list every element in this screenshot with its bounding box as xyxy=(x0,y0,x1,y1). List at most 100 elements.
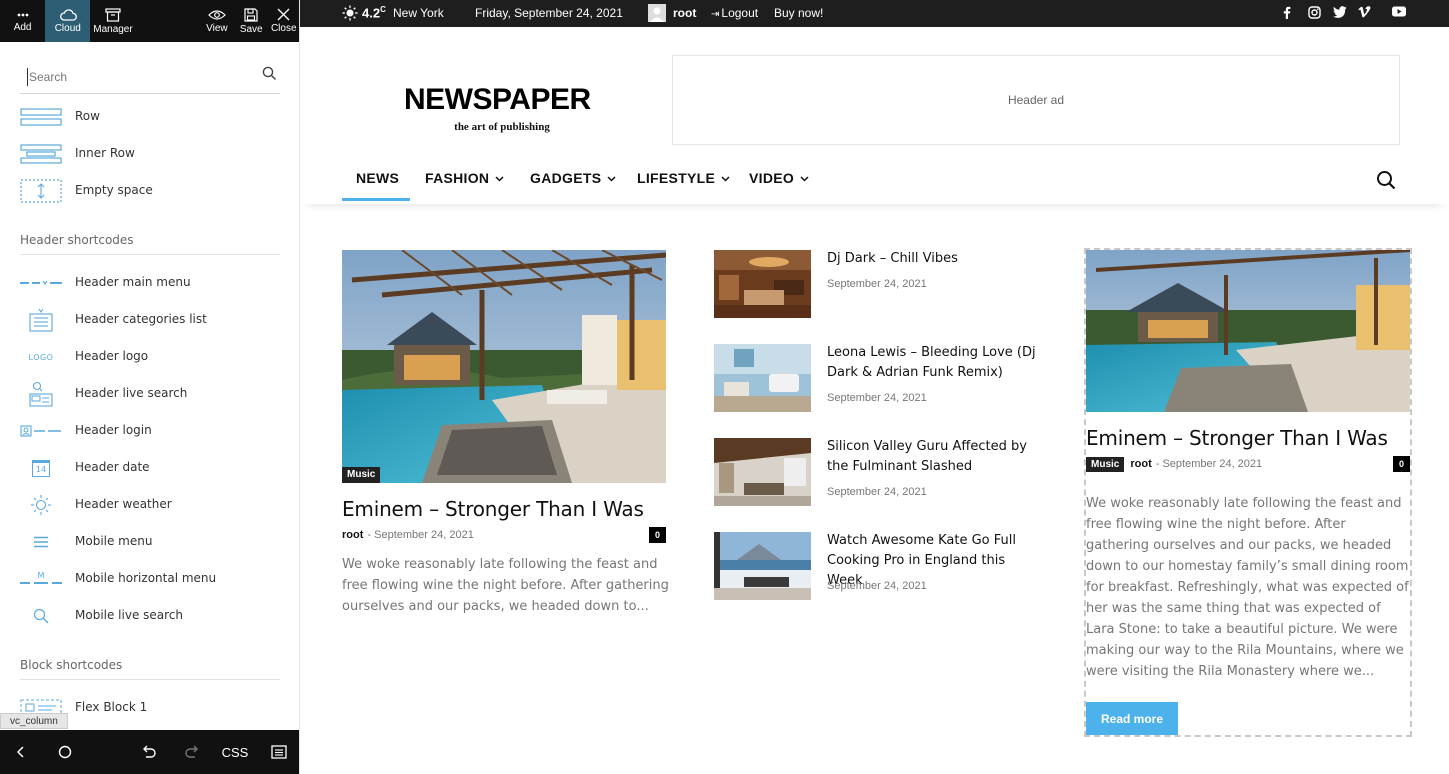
menu-label: LIFESTYLE xyxy=(637,170,716,186)
side-image[interactable] xyxy=(1086,250,1410,412)
dashes-icon xyxy=(20,582,62,584)
categories-list-icon xyxy=(29,308,53,332)
undo-button[interactable] xyxy=(136,730,162,774)
category-badge[interactable]: Music xyxy=(1086,457,1125,472)
comment-count[interactable]: 0 xyxy=(1393,456,1410,472)
logout-link[interactable]: ⇥ Logout xyxy=(711,6,758,20)
menu-label: VIDEO xyxy=(749,170,795,186)
element-empty-space[interactable]: Empty space xyxy=(0,178,299,204)
search-icon[interactable] xyxy=(262,66,277,81)
element-mobile-horizontal-menu[interactable]: M Mobile horizontal menu xyxy=(0,566,299,592)
menu-item-lifestyle[interactable]: LIFESTYLE xyxy=(637,170,730,186)
element-header-main-menu[interactable]: Header main menu xyxy=(0,270,299,296)
header-ad[interactable]: Header ad xyxy=(672,55,1400,145)
facebook-icon[interactable] xyxy=(1283,6,1291,19)
manager-button[interactable]: Manager xyxy=(90,0,135,42)
youtube-icon[interactable] xyxy=(1392,6,1406,17)
add-button[interactable]: Add xyxy=(0,0,45,42)
section-header-shortcodes: Header shortcodes xyxy=(20,233,280,255)
element-header-categories-list[interactable]: Header categories list xyxy=(0,307,299,333)
cloud-label: Cloud xyxy=(54,22,81,34)
undo-icon xyxy=(143,745,156,758)
list-date-4: September 24, 2021 xyxy=(827,580,927,592)
weather-icon xyxy=(31,495,51,515)
buy-now-link[interactable]: Buy now! xyxy=(774,6,823,20)
hamburger-icon xyxy=(34,536,48,548)
layers-button[interactable] xyxy=(266,730,292,774)
save-button[interactable]: Save xyxy=(235,0,268,42)
search-input[interactable] xyxy=(27,68,247,86)
element-search xyxy=(20,62,280,94)
list-date-1: September 24, 2021 xyxy=(827,278,927,290)
element-label: Header login xyxy=(75,423,152,437)
back-button[interactable] xyxy=(8,730,34,774)
element-header-live-search[interactable]: Header live search xyxy=(0,381,299,407)
side-title[interactable]: Eminem – Stronger Than I Was xyxy=(1086,426,1388,450)
redo-button[interactable] xyxy=(179,730,205,774)
list-thumb-1[interactable] xyxy=(714,250,811,318)
sun-icon xyxy=(342,5,358,21)
menu-item-video[interactable]: VIDEO xyxy=(749,170,809,186)
menu-item-gadgets[interactable]: GADGETS xyxy=(530,170,616,186)
avatar[interactable] xyxy=(648,4,666,22)
element-label: Header weather xyxy=(75,497,172,511)
menu-label: NEWS xyxy=(356,170,400,186)
list-thumb-2[interactable] xyxy=(714,344,811,412)
list-title-3[interactable]: Silicon Valley Guru Affected by the Fulm… xyxy=(827,437,1042,477)
menu-item-news[interactable]: NEWS xyxy=(356,170,399,186)
list-date-2: September 24, 2021 xyxy=(827,392,927,404)
top-bar: 4.2C New York Friday, September 24, 2021… xyxy=(300,0,1449,27)
composer-panel: Add Cloud Manager View Save Close Search… xyxy=(0,0,300,774)
interior-image xyxy=(714,250,811,318)
element-label: Header logo xyxy=(75,349,149,363)
floppy-icon xyxy=(244,7,258,22)
search-icon[interactable] xyxy=(1376,170,1396,190)
user-link[interactable]: root xyxy=(673,6,696,20)
featured-image[interactable]: Music xyxy=(342,250,666,483)
element-mobile-live-search[interactable]: Mobile live search xyxy=(0,603,299,629)
element-mobile-menu[interactable]: Mobile menu xyxy=(0,529,299,555)
element-header-login[interactable]: Header login xyxy=(0,418,299,444)
save-label: Save xyxy=(239,23,263,35)
temp-value: 4.2 xyxy=(362,5,381,21)
view-button[interactable]: View xyxy=(199,0,235,42)
featured-title[interactable]: Eminem – Stronger Than I Was xyxy=(342,497,644,521)
element-label: Header categories list xyxy=(75,312,207,326)
category-badge[interactable]: Music xyxy=(342,467,381,483)
list-title-1[interactable]: Dj Dark – Chill Vibes xyxy=(827,249,1042,269)
author-link[interactable]: root xyxy=(1130,458,1151,470)
comment-count[interactable]: 0 xyxy=(649,527,666,543)
css-button[interactable]: CSS xyxy=(220,730,250,774)
close-button[interactable]: Close xyxy=(267,0,299,42)
villa-pool-image xyxy=(342,250,666,483)
home-button[interactable] xyxy=(52,730,78,774)
meta-separator: - xyxy=(367,529,372,541)
circle-icon xyxy=(58,745,72,759)
element-header-logo[interactable]: LOGO Header logo xyxy=(0,344,299,370)
list-thumb-3[interactable] xyxy=(714,438,811,506)
side-meta: Music root - September 24, 2021 xyxy=(1086,457,1262,472)
eye-icon xyxy=(208,9,226,20)
list-thumb-4[interactable] xyxy=(714,532,811,600)
site-logo[interactable]: NEWSPAPER xyxy=(404,83,600,117)
chevron-down-icon xyxy=(800,176,809,182)
author-link[interactable]: root xyxy=(342,529,363,541)
element-row[interactable]: Row xyxy=(0,104,299,130)
read-more-button[interactable]: Read more xyxy=(1086,702,1178,735)
element-breadcrumb-tag[interactable]: vc_column xyxy=(0,713,68,729)
cloud-button[interactable]: Cloud xyxy=(45,0,91,42)
list-title-2[interactable]: Leona Lewis – Bleeding Love (Dj Dark & A… xyxy=(827,343,1042,383)
list-icon xyxy=(271,745,287,759)
logo-icon: LOGO xyxy=(28,352,54,362)
menu-item-fashion[interactable]: FASHION xyxy=(425,170,504,186)
panel-toolbar: Add Cloud Manager View Save Close xyxy=(0,0,299,42)
element-header-weather[interactable]: Header weather xyxy=(0,492,299,518)
twitter-icon[interactable] xyxy=(1333,6,1347,18)
element-label: Mobile live search xyxy=(75,608,184,622)
user-icon xyxy=(650,7,664,22)
weather-temp: 4.2C xyxy=(362,5,386,20)
element-header-date[interactable]: 14 Header date xyxy=(0,455,299,481)
vimeo-icon[interactable] xyxy=(1358,6,1371,18)
element-inner-row[interactable]: Inner Row xyxy=(0,141,299,167)
instagram-icon[interactable] xyxy=(1308,6,1321,19)
